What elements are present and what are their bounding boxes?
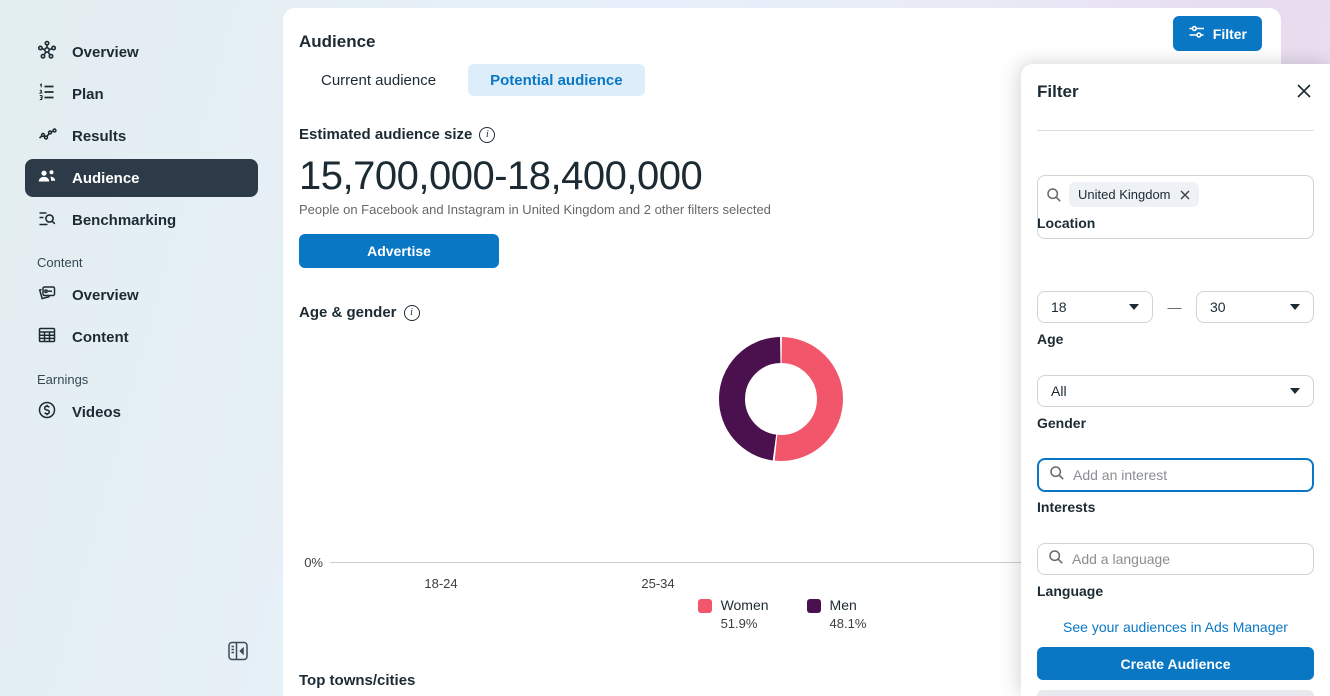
women-swatch xyxy=(698,599,712,613)
gender-donut-chart xyxy=(717,335,845,463)
table-icon xyxy=(37,325,57,349)
gender-label: Gender xyxy=(1037,415,1086,431)
age-from-select[interactable]: 18 xyxy=(1037,291,1153,323)
sidebar-item-plan[interactable]: Plan xyxy=(25,75,258,113)
axis-zero-label: 0% xyxy=(283,555,323,570)
axis-category-25-34: 25-34 xyxy=(618,576,698,591)
info-icon[interactable]: i xyxy=(404,305,420,321)
sidebar-item-benchmarking[interactable]: Benchmarking xyxy=(25,201,258,239)
info-icon[interactable]: i xyxy=(479,127,495,143)
estimated-audience-size-value: 15,700,000-18,400,000 xyxy=(299,154,702,199)
search-icon xyxy=(1049,465,1065,486)
audience-tabs: Current audience Potential audience xyxy=(299,64,645,96)
interests-label: Interests xyxy=(1037,499,1095,515)
sidebar-section-earnings: Earnings xyxy=(37,372,283,387)
age-range-row: 18 — 30 xyxy=(1037,291,1314,323)
filter-button[interactable]: Filter xyxy=(1173,16,1262,51)
close-icon[interactable] xyxy=(1296,83,1312,99)
gender-select[interactable]: All xyxy=(1037,375,1314,407)
location-input[interactable]: United Kingdom xyxy=(1037,175,1314,239)
benchmark-search-icon xyxy=(37,208,57,232)
sidebar-item-audience[interactable]: Audience xyxy=(25,159,258,197)
legend-item-women: Women 51.9% xyxy=(698,597,769,631)
cards-icon xyxy=(37,283,57,307)
sidebar-item-overview[interactable]: Overview xyxy=(25,33,258,71)
create-audience-button[interactable]: Create Audience xyxy=(1037,647,1314,680)
sidebar-section-content: Content xyxy=(37,255,283,270)
sliders-icon xyxy=(1188,24,1205,43)
language-label: Language xyxy=(1037,583,1103,599)
men-swatch xyxy=(807,599,821,613)
sidebar-item-label: Overview xyxy=(72,44,139,61)
sidebar-item-content[interactable]: Content xyxy=(25,318,258,356)
top-towns-heading: Top towns/cities xyxy=(299,672,415,689)
chevron-down-icon xyxy=(1290,304,1300,310)
advertise-button[interactable]: Advertise xyxy=(299,234,499,268)
numbered-list-icon xyxy=(37,82,57,106)
sidebar-item-content-overview[interactable]: Overview xyxy=(25,276,258,314)
sidebar: Overview Plan Results Audience Benchmark… xyxy=(0,0,283,696)
collapse-sidebar-icon[interactable] xyxy=(226,639,250,663)
remove-chip-icon[interactable] xyxy=(1180,190,1190,200)
search-icon xyxy=(1046,187,1062,208)
age-label: Age xyxy=(1037,331,1063,347)
sidebar-item-label: Results xyxy=(72,128,126,145)
sidebar-item-label: Videos xyxy=(72,404,121,421)
estimated-audience-subtitle: People on Facebook and Instagram in Unit… xyxy=(299,202,771,217)
page-title: Audience xyxy=(299,32,376,52)
chevron-down-icon xyxy=(1129,304,1139,310)
sidebar-item-label: Audience xyxy=(72,170,140,187)
filter-panel-title: Filter xyxy=(1037,82,1079,102)
sidebar-item-videos[interactable]: Videos xyxy=(25,393,258,431)
search-icon xyxy=(1048,549,1064,570)
age-range-dash: — xyxy=(1153,299,1196,315)
ads-manager-link[interactable]: See your audiences in Ads Manager xyxy=(1021,619,1330,635)
age-gender-heading: Age & gender i xyxy=(299,304,420,321)
filter-panel: Filter Location United Kingdom Age 18 — … xyxy=(1021,64,1330,696)
tab-current-audience[interactable]: Current audience xyxy=(299,64,458,96)
interests-search-field xyxy=(1037,458,1314,492)
estimated-audience-size-heading: Estimated audience size i xyxy=(299,126,495,143)
age-to-select[interactable]: 30 xyxy=(1196,291,1314,323)
partial-hidden-button[interactable] xyxy=(1037,690,1314,696)
interests-input[interactable] xyxy=(1073,467,1302,483)
sidebar-item-label: Plan xyxy=(72,86,104,103)
axis-category-18-24: 18-24 xyxy=(401,576,481,591)
sidebar-item-results[interactable]: Results xyxy=(25,117,258,155)
legend-item-men: Men 48.1% xyxy=(807,597,867,631)
sidebar-item-label: Content xyxy=(72,329,129,346)
chevron-down-icon xyxy=(1290,388,1300,394)
language-search-field xyxy=(1037,543,1314,575)
line-chart-icon xyxy=(37,124,57,148)
sidebar-item-label: Overview xyxy=(72,287,139,304)
location-chip: United Kingdom xyxy=(1069,182,1199,207)
divider xyxy=(1037,130,1314,131)
language-input[interactable] xyxy=(1072,551,1303,567)
tab-potential-audience[interactable]: Potential audience xyxy=(468,64,645,96)
overview-icon xyxy=(37,40,57,64)
sidebar-item-label: Benchmarking xyxy=(72,212,176,229)
dollar-circle-icon xyxy=(37,400,57,424)
people-icon xyxy=(37,166,57,190)
